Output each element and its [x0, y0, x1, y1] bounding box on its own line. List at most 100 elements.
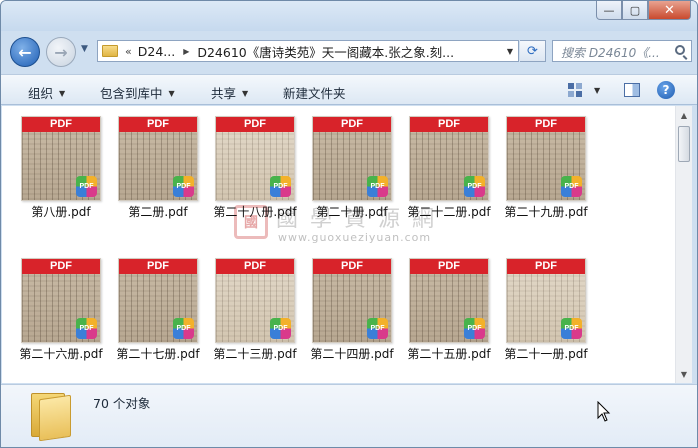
pdf-app-icon: PDF: [464, 318, 485, 339]
change-view-icon[interactable]: [568, 83, 582, 97]
scrollbar-thumb[interactable]: [678, 126, 690, 162]
new-folder-button[interactable]: 新建文件夹: [283, 83, 346, 102]
pdf-thumbnail: PDF PDF: [506, 116, 586, 201]
pdf-app-icon: PDF: [561, 176, 582, 197]
breadcrumb-segment-parent[interactable]: D24...: [138, 44, 175, 59]
search-placeholder: 搜索 D24610《...: [561, 46, 660, 60]
breadcrumb-segment-current[interactable]: D24610《唐诗类苑》天一阁藏本.张之象.刻...: [197, 42, 454, 61]
file-name: 第八册.pdf: [31, 205, 91, 219]
forward-arrow-icon[interactable]: →: [46, 37, 76, 67]
pdf-app-icon: PDF: [464, 176, 485, 197]
file-name: 第二十册.pdf: [316, 205, 388, 219]
close-button[interactable]: ✕: [648, 1, 691, 20]
file-name: 第二十二册.pdf: [407, 205, 491, 219]
pdf-thumbnail: PDF PDF: [215, 116, 295, 201]
file-item[interactable]: PDF PDF 第二十六册.pdf: [8, 248, 104, 361]
file-name: 第二册.pdf: [128, 205, 188, 219]
pdf-header-label: PDF: [507, 259, 585, 274]
pdf-header-label: PDF: [410, 259, 488, 274]
pdf-app-icon: PDF: [561, 318, 582, 339]
chevron-down-icon: ▼: [59, 89, 66, 98]
pdf-header-label: PDF: [22, 117, 100, 132]
command-bar: 组织 ▼ 包含到库中 ▼ 共享 ▼ 新建文件夹 ▼ ?: [1, 74, 697, 105]
details-pane: 70 个对象: [1, 384, 697, 447]
file-name: 第二十三册.pdf: [213, 347, 297, 361]
recent-pages-dropdown-icon[interactable]: ▼: [81, 44, 88, 54]
file-item[interactable]: PDF PDF 第二册.pdf: [105, 106, 201, 219]
pdf-thumbnail: PDF PDF: [118, 258, 198, 343]
mouse-cursor-icon: [597, 401, 611, 422]
file-name: 第二十九册.pdf: [504, 205, 588, 219]
include-in-library-button[interactable]: 包含到库中 ▼: [100, 83, 175, 102]
include-in-library-label: 包含到库中: [100, 86, 163, 101]
pdf-thumbnail: PDF PDF: [312, 116, 392, 201]
organize-label: 组织: [28, 86, 54, 101]
explorer-window: — ▢ ✕ ← → ▼ « D24... ▶ D24610《唐诗类苑》天一阁藏本…: [0, 0, 698, 448]
file-name: 第二十五册.pdf: [407, 347, 491, 361]
chevron-down-icon: ▼: [242, 89, 249, 98]
pdf-app-icon: PDF: [270, 176, 291, 197]
breadcrumb-arrow-icon[interactable]: ▶: [183, 47, 189, 56]
title-bar: — ▢ ✕: [1, 1, 697, 31]
window-controls: — ▢ ✕: [596, 1, 691, 20]
share-button[interactable]: 共享 ▼: [211, 83, 248, 102]
address-overflow-chevron[interactable]: «: [125, 45, 132, 58]
maximize-button[interactable]: ▢: [622, 1, 648, 20]
pdf-app-icon: PDF: [367, 318, 388, 339]
file-item[interactable]: PDF PDF 第二十九册.pdf: [493, 106, 589, 219]
file-item[interactable]: PDF PDF 第二十一册.pdf: [493, 248, 589, 361]
file-name: 第二十七册.pdf: [116, 347, 200, 361]
scroll-up-icon[interactable]: ▲: [676, 107, 692, 123]
address-dropdown-icon[interactable]: ▼: [502, 41, 518, 61]
search-icon[interactable]: [675, 45, 685, 55]
watermark-url: www.guoxueziyuan.com: [278, 231, 432, 244]
minimize-button[interactable]: —: [596, 1, 622, 20]
file-item[interactable]: PDF PDF 第八册.pdf: [8, 106, 104, 219]
navigation-row: ← → ▼ « D24... ▶ D24610《唐诗类苑》天一阁藏本.张之象.刻…: [1, 31, 697, 71]
share-label: 共享: [211, 86, 237, 101]
file-name: 第二十四册.pdf: [310, 347, 394, 361]
chevron-down-icon: ▼: [168, 89, 175, 98]
pdf-thumbnail: PDF PDF: [215, 258, 295, 343]
file-item[interactable]: PDF PDF 第二十八册.pdf: [202, 106, 298, 219]
file-item[interactable]: PDF PDF 第二十二册.pdf: [396, 106, 492, 219]
back-arrow-icon[interactable]: ←: [10, 37, 40, 67]
address-bar[interactable]: « D24... ▶ D24610《唐诗类苑》天一阁藏本.张之象.刻... ▼: [97, 40, 519, 62]
file-item[interactable]: PDF PDF 第二十五册.pdf: [396, 248, 492, 361]
pdf-header-label: PDF: [119, 117, 197, 132]
pdf-app-icon: PDF: [173, 176, 194, 197]
pdf-app-icon: PDF: [173, 318, 194, 339]
file-list[interactable]: 國 國學資源網 www.guoxueziyuan.com PDF PDF 第八册.p…: [2, 106, 675, 383]
pdf-header-label: PDF: [216, 117, 294, 132]
vertical-scrollbar[interactable]: ▲ ▼: [675, 106, 692, 383]
item-count: 70 个对象: [93, 396, 151, 411]
folder-icon: [102, 45, 118, 57]
organize-menu-button[interactable]: 组织 ▼: [28, 83, 65, 102]
file-name: 第二十一册.pdf: [504, 347, 588, 361]
file-name: 第二十六册.pdf: [19, 347, 103, 361]
pdf-header-label: PDF: [22, 259, 100, 274]
pdf-thumbnail: PDF PDF: [409, 116, 489, 201]
help-icon[interactable]: ?: [657, 81, 675, 99]
pdf-header-label: PDF: [410, 117, 488, 132]
pdf-app-icon: PDF: [270, 318, 291, 339]
pdf-thumbnail: PDF PDF: [118, 116, 198, 201]
pdf-thumbnail: PDF PDF: [409, 258, 489, 343]
view-dropdown-icon[interactable]: ▼: [594, 86, 600, 95]
file-item[interactable]: PDF PDF 第二十三册.pdf: [202, 248, 298, 361]
pdf-header-label: PDF: [313, 117, 391, 132]
pdf-app-icon: PDF: [76, 318, 97, 339]
search-input[interactable]: 搜索 D24610《...: [552, 40, 692, 62]
pdf-app-icon: PDF: [367, 176, 388, 197]
pdf-thumbnail: PDF PDF: [312, 258, 392, 343]
pdf-header-label: PDF: [313, 259, 391, 274]
pdf-thumbnail: PDF PDF: [506, 258, 586, 343]
preview-pane-icon[interactable]: [624, 83, 640, 97]
file-item[interactable]: PDF PDF 第二十四册.pdf: [299, 248, 395, 361]
scroll-down-icon[interactable]: ▼: [676, 366, 692, 382]
pdf-app-icon: PDF: [76, 176, 97, 197]
file-item[interactable]: PDF PDF 第二十七册.pdf: [105, 248, 201, 361]
pdf-header-label: PDF: [119, 259, 197, 274]
refresh-icon[interactable]: ⟳: [520, 40, 546, 62]
file-item[interactable]: PDF PDF 第二十册.pdf: [299, 106, 395, 219]
